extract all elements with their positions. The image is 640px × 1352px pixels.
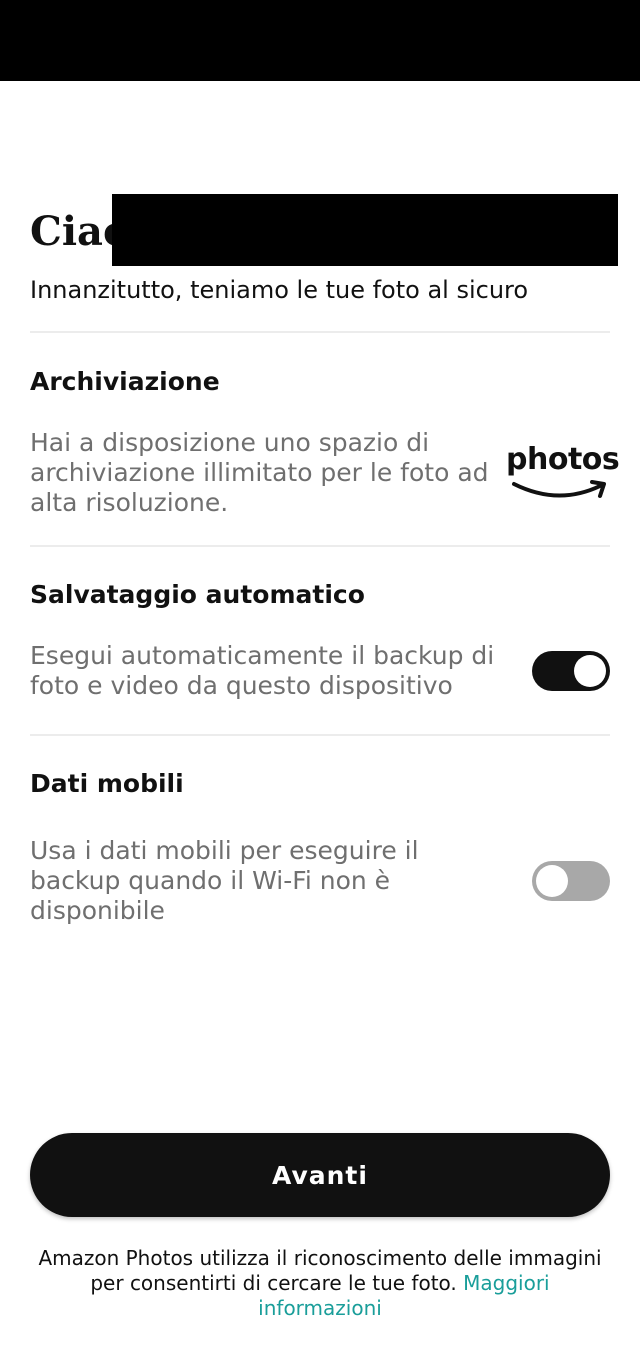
divider (30, 331, 610, 333)
auto-save-section-title: Salvataggio automatico (30, 580, 365, 609)
next-button[interactable]: Avanti (30, 1133, 610, 1217)
mobile-data-toggle[interactable] (532, 861, 610, 901)
status-bar (0, 0, 640, 81)
redacted-name (112, 194, 618, 266)
page-subtitle: Innanzitutto, teniamo le tue foto al sic… (30, 276, 529, 304)
storage-section-description: Hai a disposizione uno spazio di archivi… (30, 428, 489, 517)
amazon-smile-icon (512, 480, 606, 498)
mobile-data-section-title: Dati mobili (30, 769, 184, 798)
auto-save-section-description: Esegui automaticamente il backup di foto… (30, 641, 495, 700)
storage-section-title: Archiviazione (30, 367, 220, 396)
footer-note: Amazon Photos utilizza il riconoscimento… (30, 1246, 610, 1321)
mobile-data-section-description: Usa i dati mobili per eseguire il backup… (30, 836, 419, 925)
divider (30, 734, 610, 736)
toggle-knob (574, 655, 606, 687)
divider (30, 545, 610, 547)
auto-save-toggle[interactable] (532, 651, 610, 691)
amazon-photos-logo: photos (506, 442, 620, 502)
toggle-knob (536, 865, 568, 897)
